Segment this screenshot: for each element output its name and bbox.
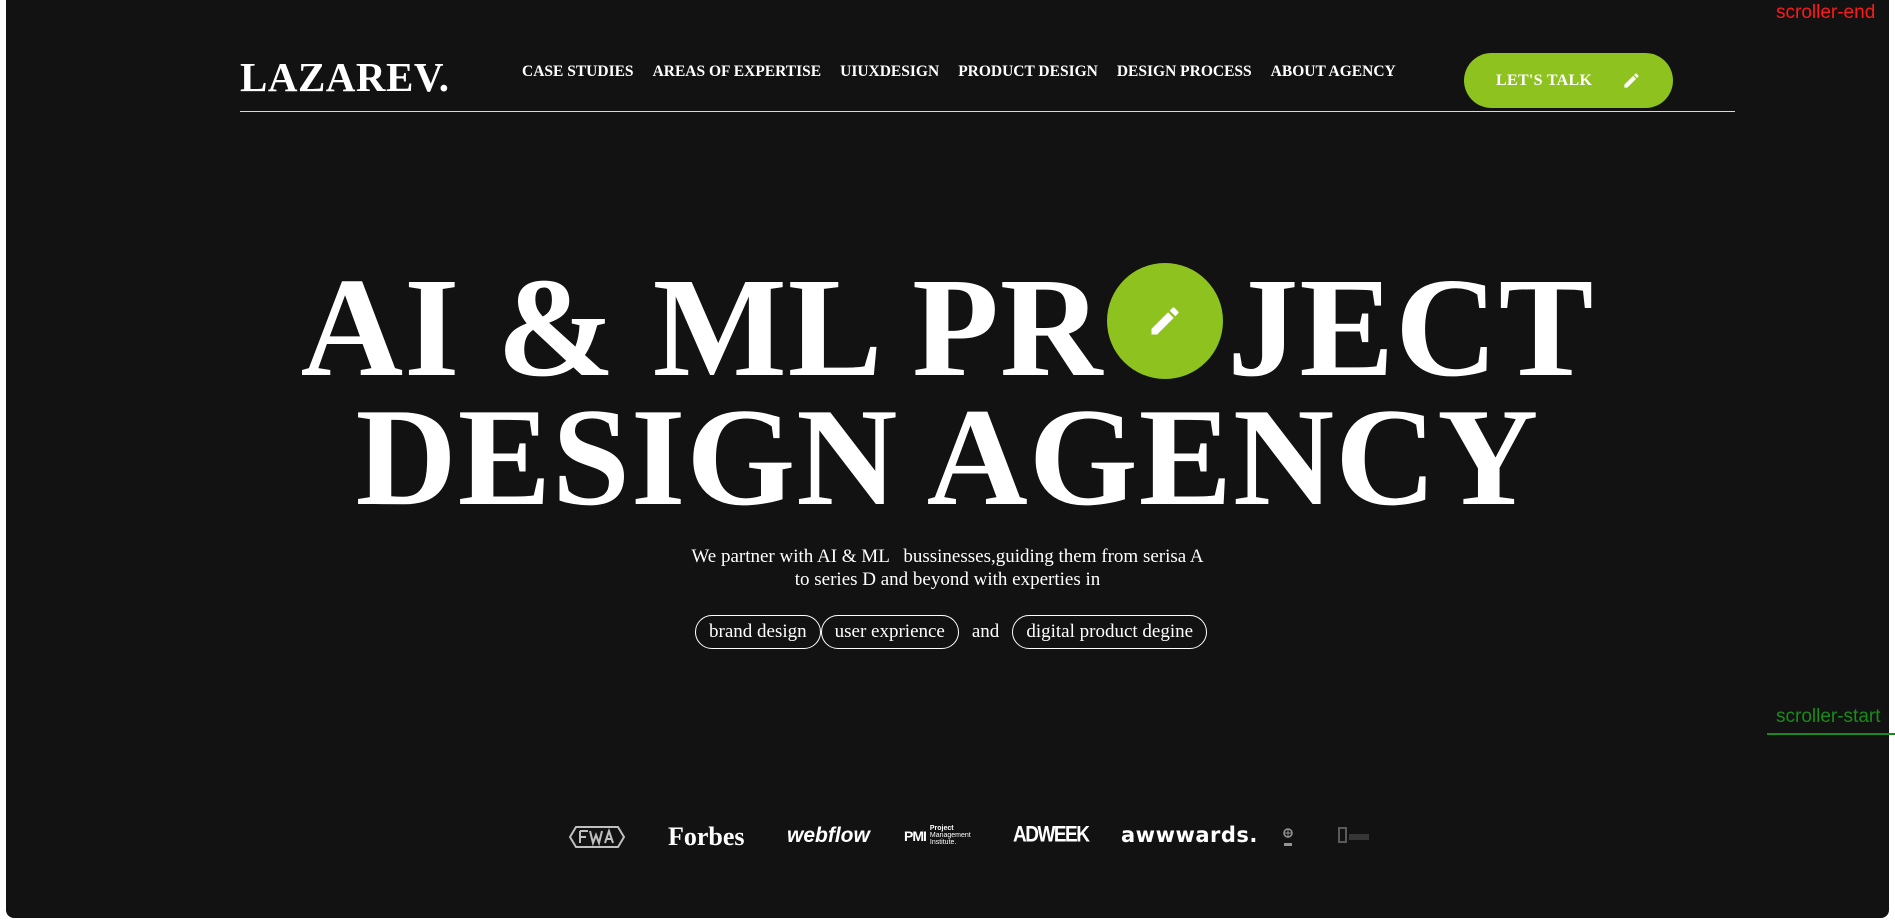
hero-subtitle-line2: to series D and beyond with experties in [794, 569, 1101, 590]
nav-item-areas-of-expertise[interactable]: AREAS OF EXPERTISE [653, 62, 822, 82]
small-brand-icon [1283, 828, 1293, 846]
lets-talk-label: LET'S TALK [1496, 71, 1593, 89]
expertise-pills: brand design user exprience and digital … [695, 615, 1208, 649]
fwa-logo [568, 826, 626, 848]
hero-o-button[interactable] [1107, 263, 1224, 379]
nav-item-uiuxdesign[interactable]: UIUXDESIGN [840, 62, 939, 82]
adweek-logo: ADWEEK [1013, 823, 1090, 848]
pmi-line2: Management [929, 832, 971, 839]
pill-digital-product-design[interactable]: digital product degine [1012, 615, 1208, 649]
hero-title-line2: DESIGN AGENCY [355, 380, 1540, 535]
pmi-logo: PMI Project Management Institute. [904, 825, 971, 846]
scroller-start-marker: scroller-start [1776, 706, 1881, 727]
site-header: LAZAREV. CASE STUDIES AREAS OF EXPERTISE… [240, 0, 1735, 112]
awwwards-logo: awwwards. [1121, 823, 1258, 847]
nav-item-product-design[interactable]: PRODUCT DESIGN [958, 62, 1098, 82]
webflow-logo: webflow [787, 824, 870, 847]
scroller-start-line [1767, 733, 1895, 735]
hero-subtitle-line1: We partner with AI & ML bussinesses,guid… [691, 546, 1204, 567]
pill-user-experience[interactable]: user exprience [820, 615, 959, 649]
pmi-line1: Project [929, 825, 954, 832]
nav-item-case-studies[interactable]: CASE STUDIES [522, 62, 634, 82]
pencil-icon [1151, 307, 1179, 335]
nav-item-about-agency[interactable]: ABOUT AGENCY [1271, 62, 1396, 82]
pmi-mark: PMI [904, 827, 927, 844]
lets-talk-button[interactable]: LET'S TALK [1464, 53, 1673, 108]
pencil-icon [1624, 73, 1639, 88]
forbes-logo: Forbes [668, 822, 745, 851]
main-nav: CASE STUDIES AREAS OF EXPERTISE UIUXDESI… [522, 62, 1396, 82]
pill-brand-design[interactable]: brand design [695, 615, 821, 649]
site-logo[interactable]: LAZAREV. [240, 53, 449, 101]
pill-separator: and [971, 621, 1000, 642]
press-logos: Forbes webflow PMI Project Management In… [6, 820, 1889, 856]
nav-item-design-process[interactable]: DESIGN PROCESS [1117, 62, 1252, 82]
page-frame: LAZAREV. CASE STUDIES AREAS OF EXPERTISE… [6, 0, 1889, 918]
pmi-text: Project Management Institute. [930, 825, 971, 846]
scroller-end-marker: scroller-end [1776, 2, 1876, 23]
faded-brand-icon [1338, 827, 1369, 843]
hero-subtitle: We partner with AI & ML bussinesses,guid… [6, 545, 1889, 591]
pmi-line3: Institute. [929, 839, 957, 846]
